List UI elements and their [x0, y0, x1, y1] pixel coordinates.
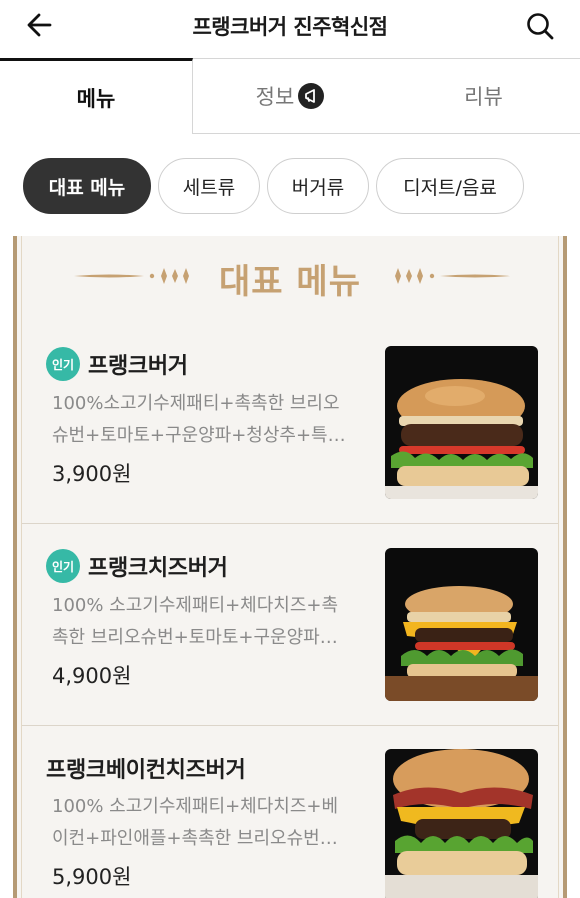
app-header: 프랭크버거 진주혁신점 [0, 0, 580, 54]
chip-dessert-drinks[interactable]: 디저트/음료 [376, 158, 524, 214]
item-price: 4,900원 [52, 664, 132, 688]
item-name-row: 프랭크베이컨치즈버거 [46, 752, 246, 784]
menu-item[interactable]: 프랭크베이컨치즈버거 100% 소고기수제패티+체다치즈+베 이컨+파인애플+촉… [22, 725, 558, 898]
tab-review[interactable]: 리뷰 [387, 58, 580, 134]
chip-sets[interactable]: 세트류 [158, 158, 260, 214]
search-button[interactable] [520, 8, 560, 44]
item-description-line: 100% 소고기수제패티+체다치즈+베 [52, 796, 339, 817]
item-name-row: 인기 프랭크버거 [46, 347, 188, 381]
item-description-line: 촉한 브리오슈번+토마토+구운양파… [52, 627, 338, 648]
section-header: 대표 메뉴 [22, 248, 558, 304]
item-description-line: 이컨+파인애플+촉촉한 브리오슈번… [52, 828, 338, 849]
megaphone-icon [298, 83, 325, 109]
menu-panel: 대표 메뉴 인기 프랭크버거 100%소고기수제패티+촉촉한 브리오 슈번+토마… [13, 236, 567, 898]
ornament-right-icon [395, 268, 510, 284]
menu-panel-inner: 대표 메뉴 인기 프랭크버거 100%소고기수제패티+촉촉한 브리오 슈번+토마… [21, 236, 559, 898]
cheeseburger-image [385, 548, 538, 701]
item-description: 100% 소고기수제패티+체다치즈+베 이컨+파인애플+촉촉한 브리오슈번… [52, 791, 362, 855]
item-name: 프랭크버거 [88, 354, 188, 379]
tab-review-label: 리뷰 [464, 85, 503, 109]
category-chips: 대표 메뉴 세트류 버거류 디저트/음료 [23, 158, 524, 214]
item-name-row: 인기 프랭크치즈버거 [46, 549, 228, 583]
tab-menu[interactable]: 메뉴 [0, 58, 193, 134]
search-icon [527, 13, 554, 40]
popular-badge: 인기 [46, 549, 80, 583]
item-description-line: 100% 소고기수제패티+체다치즈+촉 [52, 595, 339, 616]
page-title: 프랭크버거 진주혁신점 [192, 15, 388, 39]
menu-item[interactable]: 인기 프랭크버거 100%소고기수제패티+촉촉한 브리오 슈번+토마토+구운양파… [22, 322, 558, 524]
item-price: 5,900원 [52, 865, 132, 889]
bacon-cheeseburger-image [385, 749, 538, 898]
item-price: 3,900원 [52, 462, 132, 486]
tab-info-label: 정보 [255, 85, 295, 109]
tab-info[interactable]: 정보 [193, 58, 387, 134]
tab-menu-label: 메뉴 [76, 86, 116, 111]
item-description: 100%소고기수제패티+촉촉한 브리오 슈번+토마토+구운양파+청상추+특… [52, 388, 362, 452]
burger-image [385, 346, 538, 499]
popular-badge: 인기 [46, 347, 80, 381]
item-description-line: 슈번+토마토+구운양파+청상추+특… [52, 425, 346, 446]
item-description-line: 100%소고기수제패티+촉촉한 브리오 [52, 393, 340, 414]
chip-burgers[interactable]: 버거류 [267, 158, 369, 214]
tab-bar: 메뉴 정보 리뷰 [0, 58, 580, 134]
item-description: 100% 소고기수제패티+체다치즈+촉 촉한 브리오슈번+토마토+구운양파… [52, 590, 362, 654]
item-name: 프랭크치즈버거 [88, 556, 228, 581]
item-name: 프랭크베이컨치즈버거 [46, 758, 246, 783]
menu-item[interactable]: 인기 프랭크치즈버거 100% 소고기수제패티+체다치즈+촉 촉한 브리오슈번+… [22, 524, 558, 726]
chip-signature-menu[interactable]: 대표 메뉴 [23, 158, 151, 214]
